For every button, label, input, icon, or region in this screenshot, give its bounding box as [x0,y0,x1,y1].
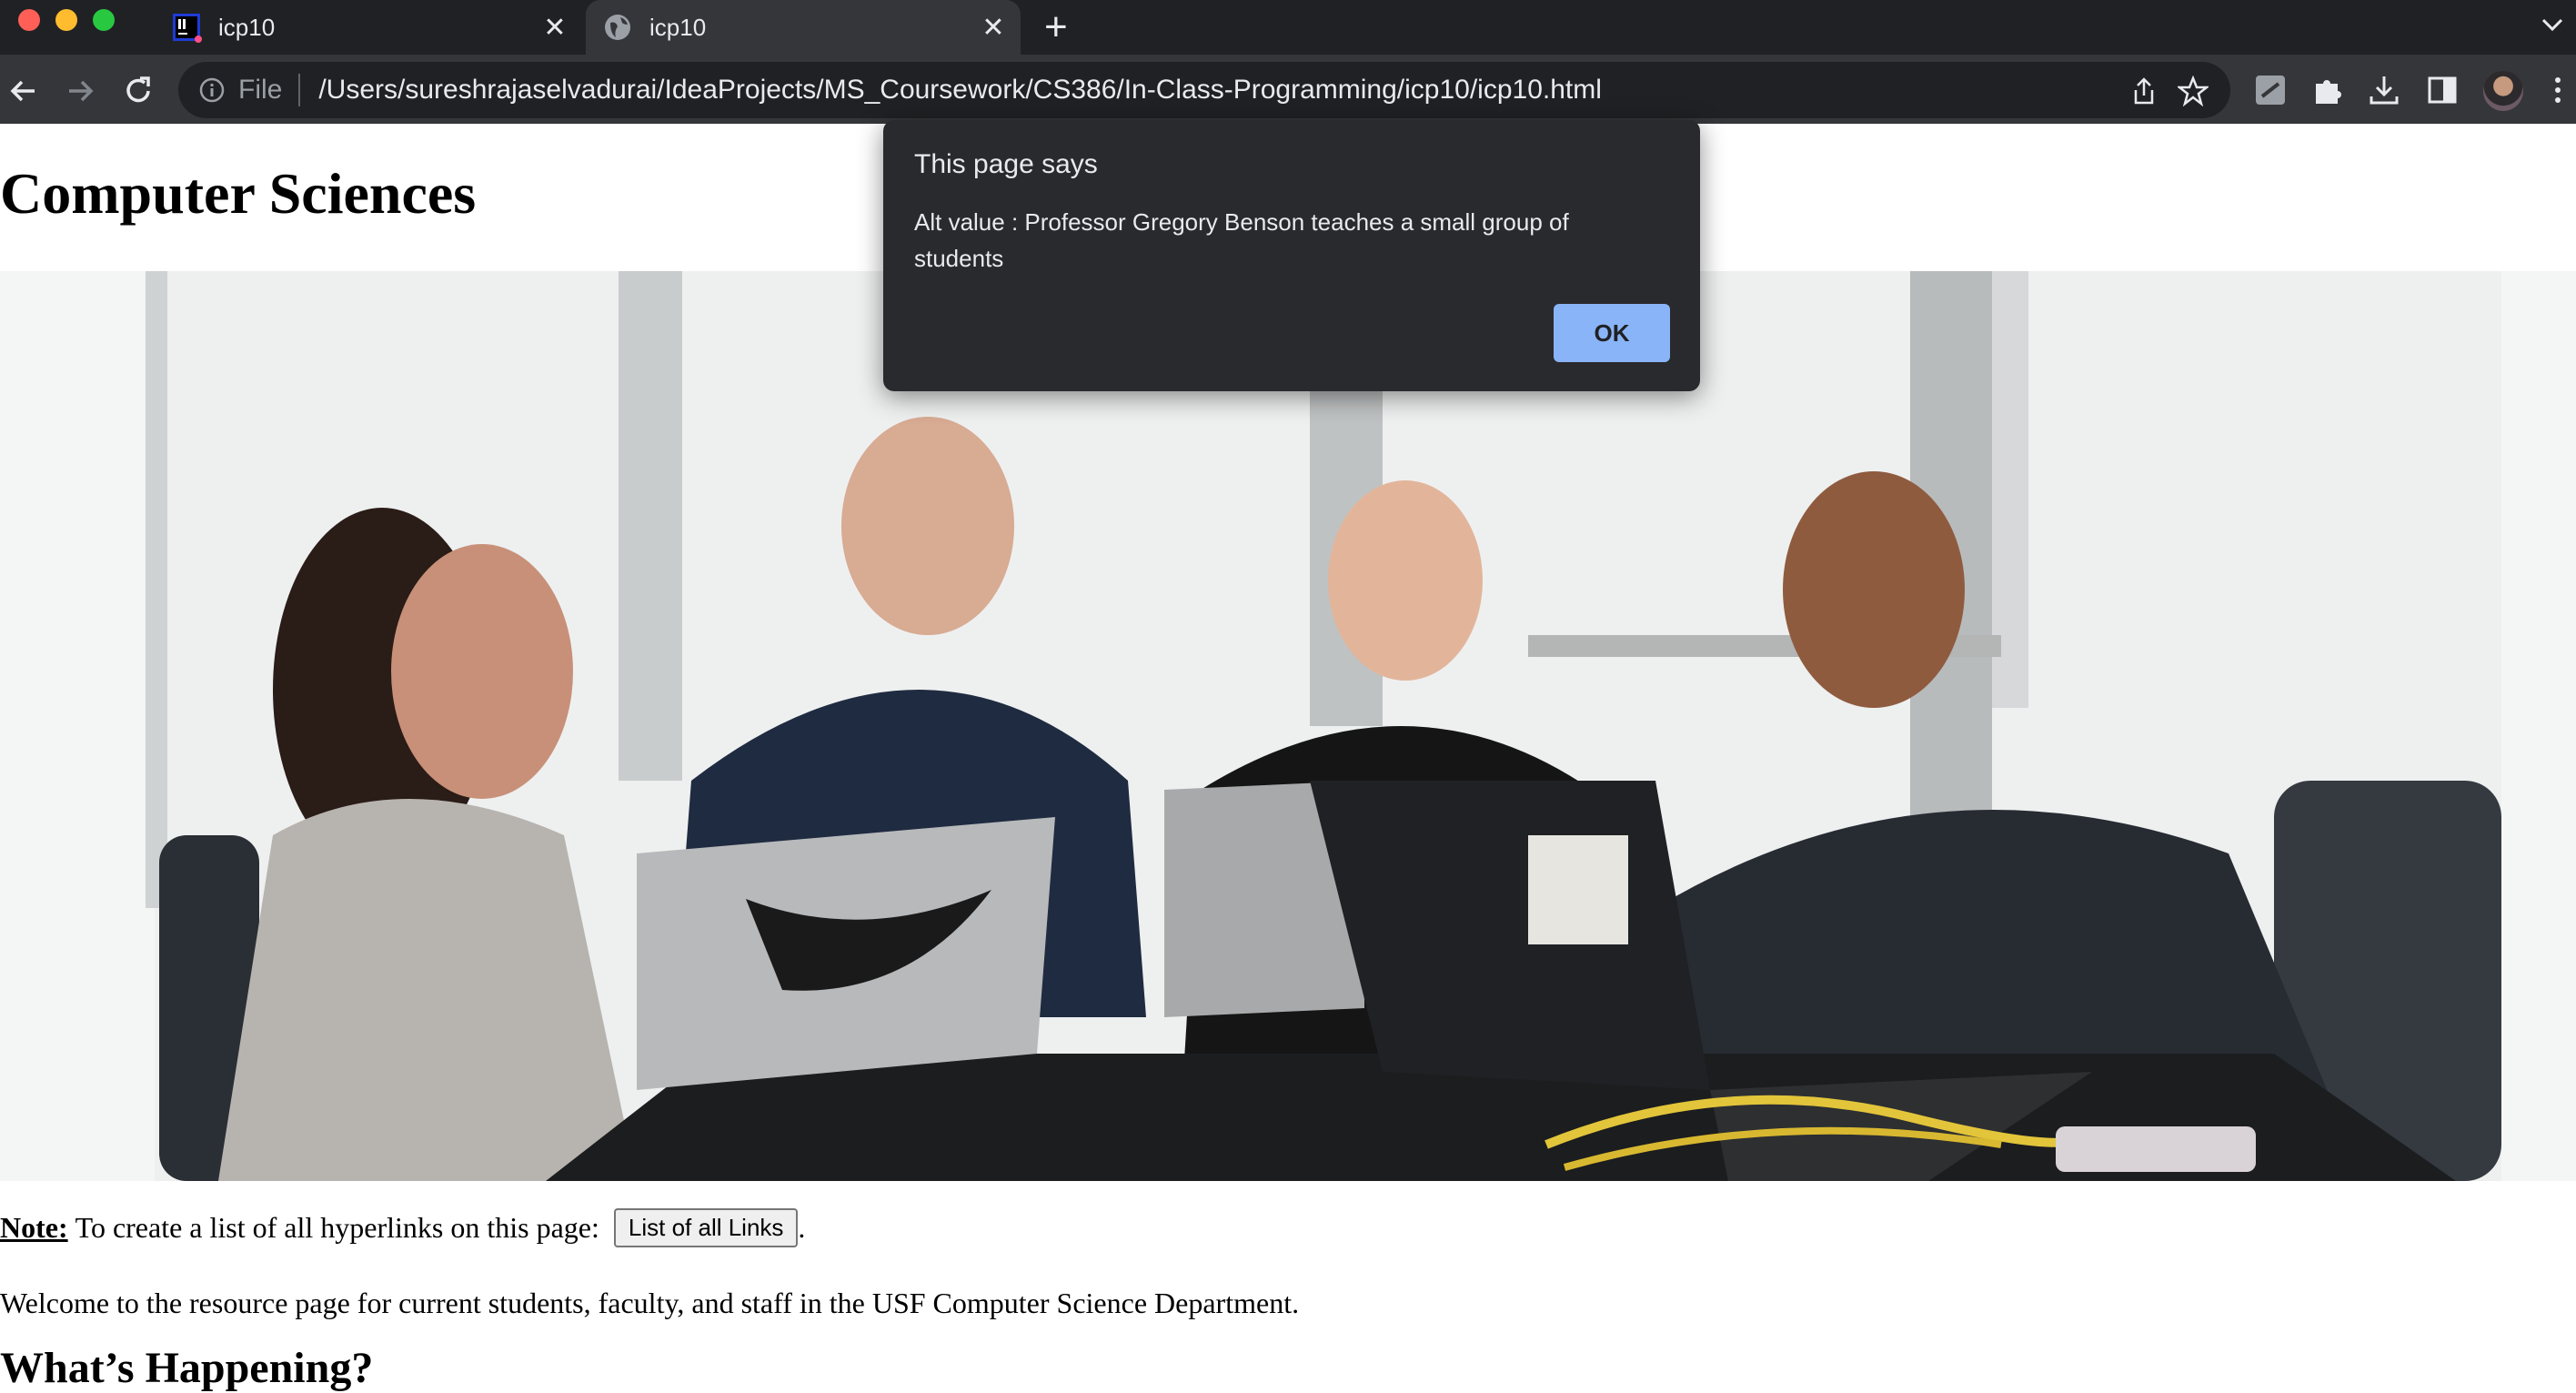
tab-icp10-active[interactable]: icp10 ✕ [586,0,1021,55]
ok-button[interactable]: OK [1554,304,1670,362]
note-line: Note: To create a list of all hyperlinks… [0,1208,805,1247]
welcome-text: Welcome to the resource page for current… [0,1287,1300,1319]
new-tab-button[interactable]: + [1044,5,1068,49]
reload-icon[interactable] [118,71,158,111]
alert-dialog: This page says Alt value : Professor Gre… [883,120,1700,391]
page-title: Computer Sciences [0,161,477,226]
tab-close-icon[interactable]: ✕ [975,12,1011,44]
tab-title: icp10 [649,13,707,41]
dialog-message: Alt value : Professor Gregory Benson tea… [914,208,1569,272]
note-text: To create a list of all hyperlinks on th… [75,1211,599,1244]
intellij-icon [173,14,202,43]
list-all-links-button[interactable]: List of all Links [613,1208,799,1247]
back-arrow-icon[interactable] [4,71,44,111]
tab-icp10-inactive[interactable]: icp10 ✕ [155,0,582,55]
address-divider [298,74,301,106]
section-heading: What’s Happening? [0,1344,374,1392]
tab-close-icon[interactable]: ✕ [537,12,573,44]
note-label: Note: [0,1211,68,1244]
url-text[interactable]: /Users/sureshrajaselvadurai/IdeaProjects… [318,75,1602,106]
bookmark-star-icon[interactable] [2178,76,2209,106]
profile-avatar[interactable] [2483,71,2523,111]
forward-arrow-icon[interactable] [60,71,100,111]
tab-strip: icp10 ✕ icp10 ✕ + [0,0,2576,55]
browser-toolbar: File /Users/sureshrajaselvadurai/IdeaPro… [0,55,2576,124]
download-icon[interactable] [2367,73,2401,107]
tab-title: icp10 [218,13,276,41]
info-icon[interactable] [198,76,226,104]
note-end-period: . [798,1211,806,1244]
minimize-window-button[interactable] [55,9,77,31]
side-panel-icon[interactable] [2425,73,2460,107]
close-window-button[interactable] [18,9,40,31]
dialog-title: This page says [914,149,1098,179]
globe-icon [605,15,630,40]
extension-slash-icon[interactable] [2253,73,2288,107]
students-photo [0,271,2576,1181]
maximize-window-button[interactable] [93,9,115,31]
share-icon[interactable] [2128,76,2159,106]
address-bar[interactable]: File /Users/sureshrajaselvadurai/IdeaPro… [178,62,2230,118]
chevron-down-icon[interactable] [2538,7,2567,44]
scheme-label: File [238,75,283,105]
puzzle-extensions-icon[interactable] [2310,73,2345,107]
more-menu-icon[interactable] [2545,73,2571,107]
